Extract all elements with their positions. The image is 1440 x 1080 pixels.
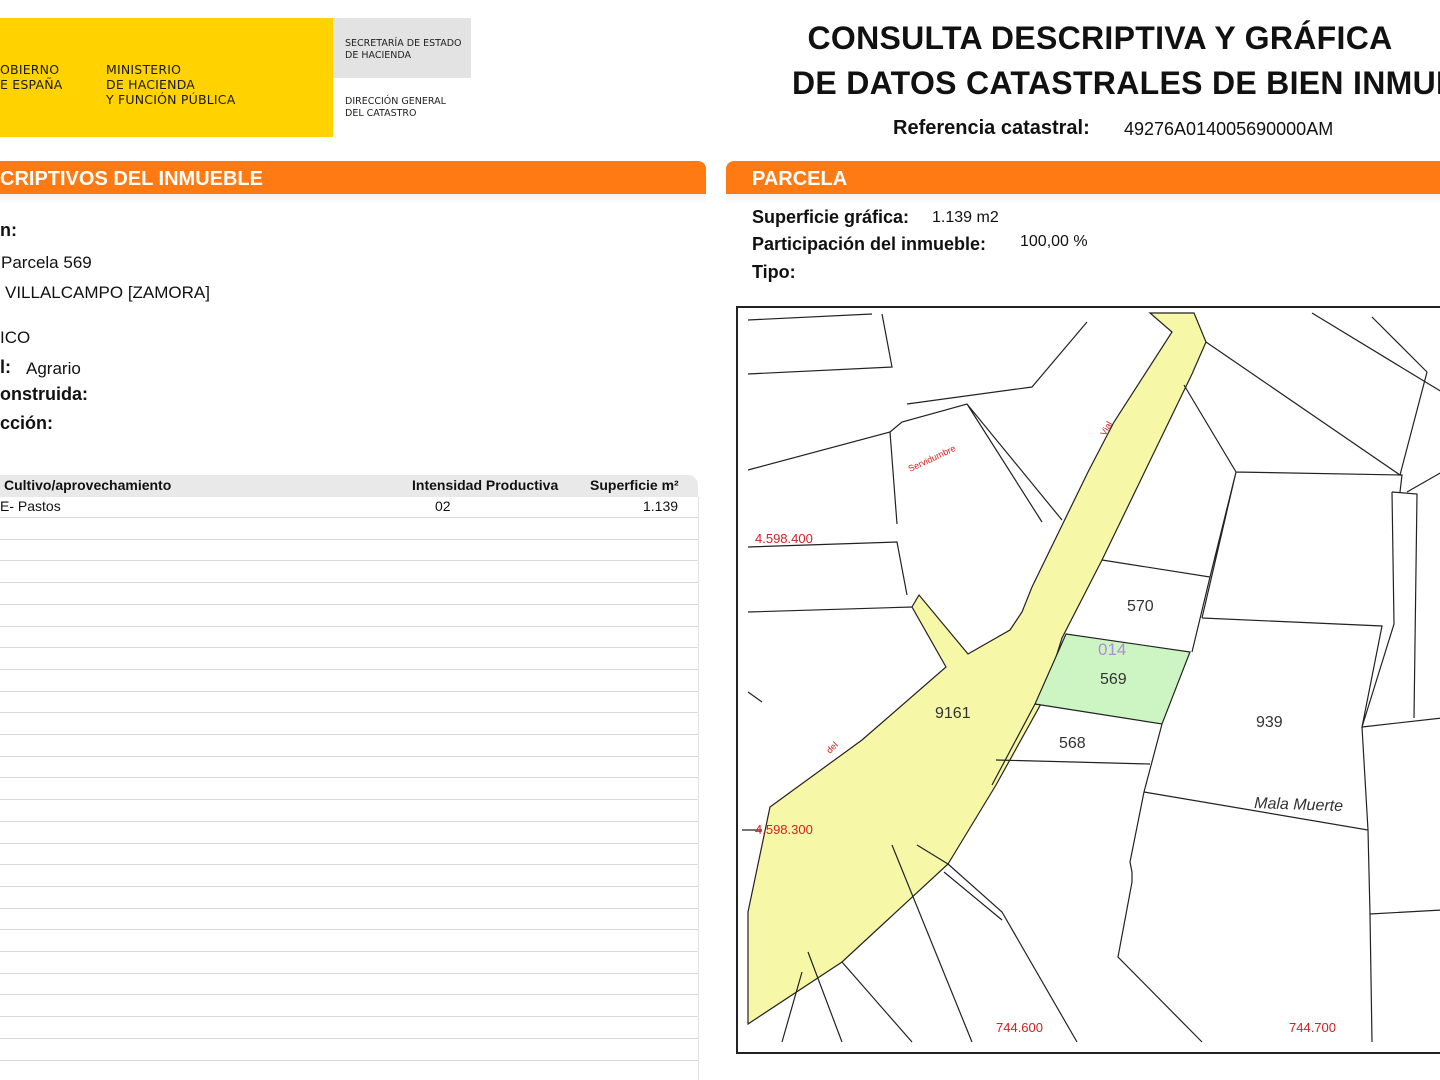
section-title-parcela: PARCELA bbox=[752, 168, 848, 190]
section-bar-datos: CRIPTIVOS DEL INMUEBLE bbox=[0, 161, 706, 194]
localizacion-line1: Parcela 569 bbox=[1, 253, 92, 272]
parcel-label-570[interactable]: 570 bbox=[1127, 598, 1154, 615]
th-cultivo: Cultivo/aprovechamiento bbox=[4, 477, 172, 493]
parcel-label-568[interactable]: 568 bbox=[1059, 735, 1086, 752]
table-rule bbox=[0, 929, 698, 930]
table-rule bbox=[0, 517, 698, 518]
table-rule bbox=[0, 973, 698, 974]
table-rule bbox=[0, 908, 698, 909]
table-rule bbox=[0, 756, 698, 757]
table-rule bbox=[0, 560, 698, 561]
document-title-line2: DE DATOS CATASTRALES DE BIEN INMUEBL bbox=[792, 65, 1440, 101]
section-bar-shadow bbox=[0, 194, 706, 204]
parcel-label-939[interactable]: 939 bbox=[1256, 714, 1283, 731]
table-rule bbox=[0, 843, 698, 844]
table-rule bbox=[0, 864, 698, 865]
parcel-label-9161[interactable]: 9161 bbox=[935, 705, 971, 722]
superficie-construida-label: onstruida: bbox=[0, 384, 88, 404]
table-rule bbox=[0, 539, 698, 540]
section-bar-shadow-right bbox=[726, 194, 1440, 204]
tipo-label: Tipo: bbox=[752, 262, 796, 282]
th-intensidad: Intensidad Productiva bbox=[412, 477, 559, 493]
table-rule bbox=[0, 669, 698, 670]
th-superficie: Superficie m² bbox=[590, 477, 679, 493]
coord-y-upper: 4.598.400 bbox=[755, 531, 813, 546]
section-title-datos: CRIPTIVOS DEL INMUEBLE bbox=[0, 168, 263, 190]
uso-value: Agrario bbox=[26, 359, 81, 378]
document-title-line1: CONSULTA DESCRIPTIVA Y GRÁFICA bbox=[807, 20, 1393, 56]
table-row-cultivo: E- Pastos bbox=[0, 498, 61, 514]
uso-label: l: bbox=[0, 357, 11, 377]
coord-y-lower: 4.598.300 bbox=[755, 822, 813, 837]
table-rule bbox=[0, 734, 698, 735]
table-rule bbox=[0, 994, 698, 995]
superficie-grafica-label: Superficie gráfica: bbox=[752, 207, 910, 227]
table-rule bbox=[0, 604, 698, 605]
table-rule bbox=[0, 1038, 698, 1039]
logo-secretaria-text: SECRETARÍA DE ESTADO DE HACIENDA bbox=[345, 38, 462, 61]
table-rule bbox=[0, 582, 698, 583]
participacion-label: Participación del inmueble: bbox=[752, 234, 987, 254]
logo-direccion-text: DIRECCIÓN GENERAL DEL CATASTRO bbox=[345, 96, 446, 119]
table-rule bbox=[0, 647, 698, 648]
logo-ministerio-text: MINISTERIO DE HACIENDA Y FUNCIÓN PÚBLICA bbox=[106, 62, 236, 107]
coord-x-right: 744.700 bbox=[1289, 1020, 1336, 1035]
localizacion-label: n: bbox=[0, 220, 17, 240]
section-bar-parcela: PARCELA bbox=[726, 161, 1440, 194]
table-row-superficie: 1.139 bbox=[643, 498, 679, 514]
table-right-border bbox=[698, 497, 699, 1080]
table-rule bbox=[0, 886, 698, 887]
table-row-intensidad: 02 bbox=[435, 498, 451, 514]
clase-value: ICO bbox=[0, 328, 31, 347]
ref-catastral-value: 49276A014005690000AM bbox=[1124, 119, 1334, 139]
table-rule bbox=[0, 1060, 698, 1061]
table-rule bbox=[0, 712, 698, 713]
parcel-label-569[interactable]: 569 bbox=[1100, 671, 1127, 688]
superficie-grafica-value: 1.139 m2 bbox=[932, 209, 999, 226]
localizacion-line2: VILLALCAMPO [ZAMORA] bbox=[5, 283, 210, 302]
table-rule bbox=[0, 691, 698, 692]
logo-gobierno-text: OBIERNO E ESPAÑA bbox=[0, 62, 63, 92]
ano-construccion-label: cción: bbox=[0, 413, 54, 433]
table-rule bbox=[0, 626, 698, 627]
servidumbre-label: Servidumbre bbox=[907, 443, 957, 474]
ref-catastral-label: Referencia catastral: bbox=[893, 117, 1090, 139]
place-name-label: Mala Muerte bbox=[1254, 795, 1344, 815]
cadastral-map[interactable]: 570 014 569 9161 568 939 Mala Muerte 4.5… bbox=[736, 306, 1440, 1054]
table-rule bbox=[0, 1016, 698, 1017]
table-rule bbox=[0, 821, 698, 822]
participacion-value: 100,00 % bbox=[1020, 233, 1088, 250]
polygon-label-014: 014 bbox=[1098, 640, 1126, 659]
coord-x-left: 744.600 bbox=[996, 1020, 1043, 1035]
table-rule bbox=[0, 799, 698, 800]
table-rule bbox=[0, 777, 698, 778]
del-label: del bbox=[824, 740, 840, 756]
table-rule bbox=[0, 951, 698, 952]
